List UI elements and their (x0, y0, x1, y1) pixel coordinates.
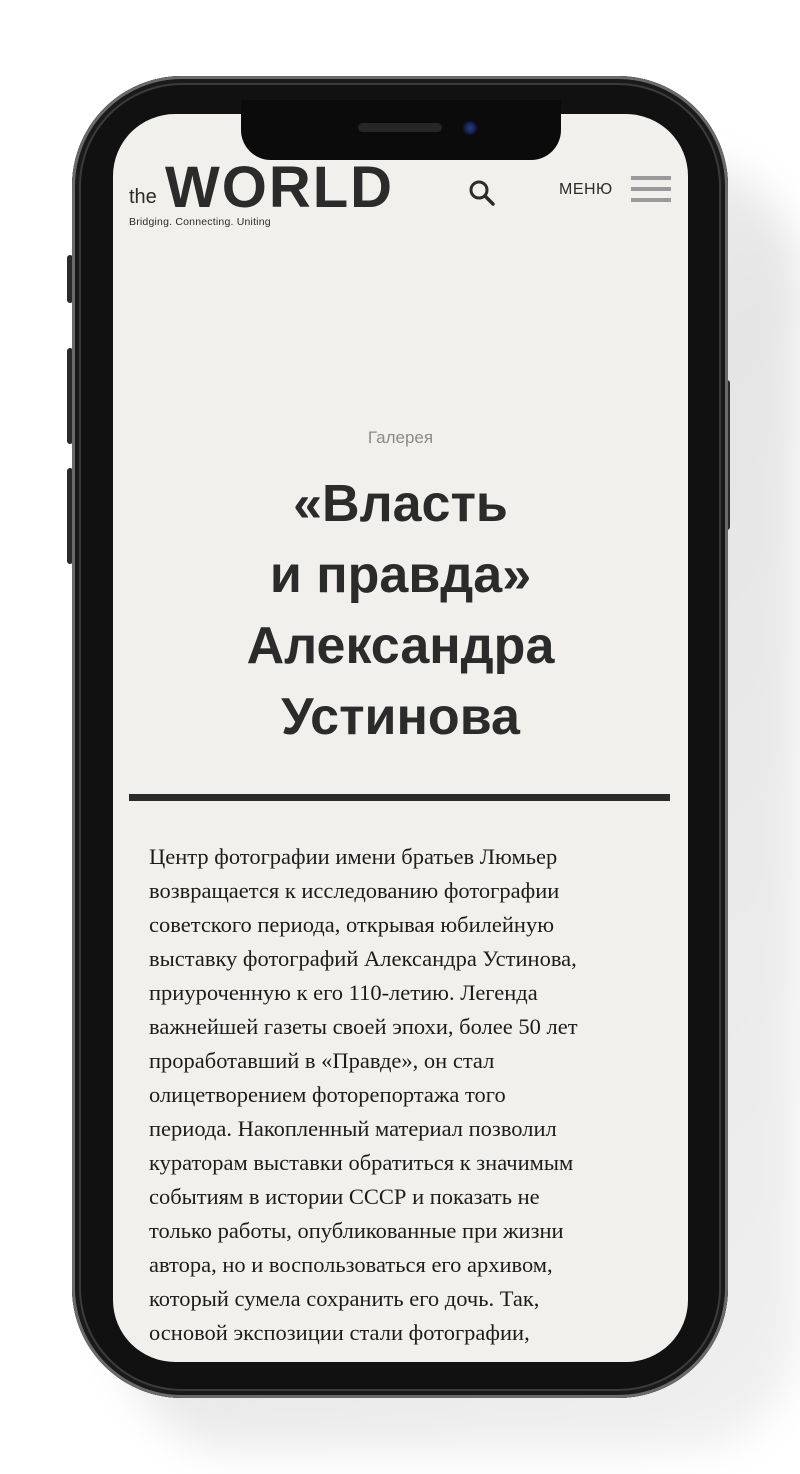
article-category[interactable]: Галерея (113, 428, 688, 448)
body-line: который сумела сохранить его дочь. Так, (149, 1286, 540, 1311)
logo-prefix: the (129, 186, 157, 208)
title-divider (129, 794, 670, 801)
body-line: событиям в истории СССР и показать не (149, 1184, 540, 1209)
body-line: только работы, опубликованные при жизни (149, 1218, 564, 1243)
logo-tagline: Bridging. Connecting. Uniting (129, 216, 271, 228)
body-line: приуроченную к его 110-летию. Легенда (149, 980, 538, 1005)
body-line: Центр фотографии имени братьев Люмьер (149, 844, 558, 869)
body-line: кураторам выставки обратиться к значимым (149, 1150, 574, 1175)
body-line: периода. Накопленный материал позволил (149, 1116, 557, 1141)
article-body: Центр фотографии имени братьев Люмьер во… (149, 840, 669, 1350)
body-line: важнейшей газеты своей эпохи, более 50 л… (149, 1014, 578, 1039)
title-line: и правда» (269, 546, 532, 604)
logo-word: WORLD (165, 155, 395, 220)
body-line: советского периода, открывая юбилейную (149, 912, 555, 937)
title-line: «Власть (293, 475, 508, 533)
earpiece-speaker (358, 123, 442, 132)
article-title: «Власть и правда» Александра Устинова (113, 469, 688, 753)
title-line: Устинова (281, 688, 520, 746)
body-line: выставку фотографий Александра Устинова, (149, 946, 577, 971)
body-line: основой экспозиции стали фотографии, (149, 1320, 530, 1345)
phone-screen: the WORLD Bridging. Connecting. Uniting … (113, 114, 688, 1362)
search-icon[interactable] (467, 178, 497, 208)
body-line: проработавший в «Правде», он стал (149, 1048, 495, 1073)
site-logo[interactable]: the WORLD Bridging. Connecting. Uniting (129, 158, 392, 230)
title-line: Александра (246, 617, 555, 675)
body-line: олицетворением фоторепортажа того (149, 1082, 506, 1107)
body-line: возвращается к исследованию фотографии (149, 878, 560, 903)
menu-label[interactable]: МЕНЮ (559, 181, 613, 199)
front-camera (462, 120, 478, 136)
body-line: автора, но и воспользоваться его архивом… (149, 1252, 553, 1277)
hamburger-icon[interactable] (631, 176, 671, 208)
